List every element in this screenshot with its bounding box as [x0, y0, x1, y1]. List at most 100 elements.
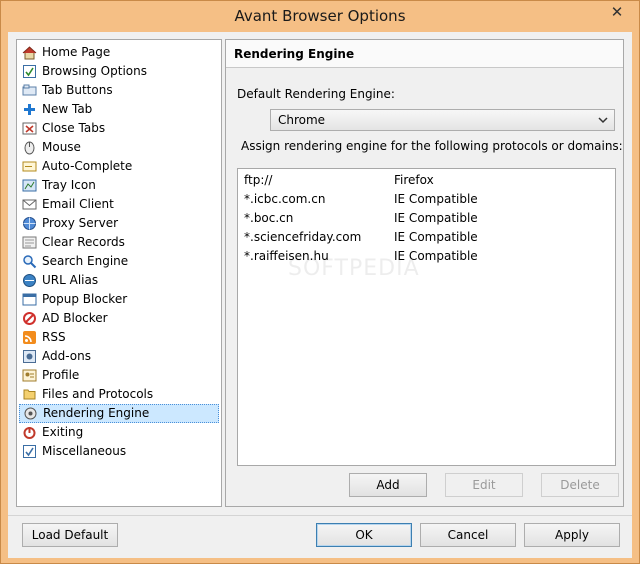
default-engine-label: Default Rendering Engine: — [237, 87, 395, 101]
tree-item-label: RSS — [42, 330, 66, 344]
tree-item-label: Browsing Options — [42, 64, 147, 78]
mouse-icon — [24, 141, 35, 155]
tree-item-label: Rendering Engine — [43, 406, 150, 420]
assign-label: Assign rendering engine for the followin… — [241, 139, 623, 153]
list-item[interactable]: *.sciencefriday.com IE Compatible — [238, 228, 615, 247]
tree-item-label: AD Blocker — [42, 311, 108, 325]
settings-panel: Rendering Engine Default Rendering Engin… — [225, 39, 624, 507]
tree-item-exiting[interactable]: Exiting — [19, 423, 219, 442]
tree-item-auto-complete[interactable]: Auto-Complete — [19, 157, 219, 176]
ok-button[interactable]: OK — [316, 523, 412, 547]
tree-item-miscellaneous[interactable]: Miscellaneous — [19, 442, 219, 461]
dialog-client: Home Page Browsing Options Tab Buttons New … — [8, 32, 632, 558]
tree-item-label: Files and Protocols — [42, 387, 154, 401]
domain-engine-list[interactable]: ftp://Firefox *.icbc.com.cn IE Compatible *… — [237, 168, 616, 466]
tree-item-browsing-options[interactable]: Browsing Options — [19, 62, 219, 81]
list-item[interactable]: ftp:// Firefox — [238, 171, 615, 190]
tree-item-search-engine[interactable]: Search Engine — [19, 252, 219, 271]
url-alias-icon — [23, 274, 36, 287]
tree-item-rss[interactable]: RSS — [19, 328, 219, 347]
tab-buttons-icon — [22, 84, 37, 96]
files-icon — [23, 389, 36, 400]
tree-item-ad-blocker[interactable]: AD Blocker — [19, 309, 219, 328]
email-icon — [22, 199, 37, 210]
domain-cell: *.icbc.com.cn — [244, 192, 326, 206]
list-item[interactable]: *.boc.cn IE Compatible — [238, 209, 615, 228]
tree-item-label: Miscellaneous — [42, 444, 127, 458]
tree-item-label: Mouse — [42, 140, 81, 154]
tree-item-label: Proxy Server — [42, 216, 119, 230]
domain-cell: ftp:// — [244, 173, 273, 187]
tree-item-label: Popup Blocker — [42, 292, 128, 306]
tree-item-new-tab[interactable]: New Tab — [19, 100, 219, 119]
tray-icon — [22, 179, 37, 192]
tree-item-label: Email Client — [42, 197, 114, 211]
tree-item-files-and-protocols[interactable]: Files and Protocols — [19, 385, 219, 404]
tree-item-label: Home Page — [42, 45, 111, 59]
window-title: Avant Browser Options — [234, 7, 406, 25]
home-icon — [22, 46, 37, 60]
rendering-icon — [24, 407, 37, 420]
tree-item-clear-records[interactable]: Clear Records — [19, 233, 219, 252]
edit-button[interactable]: Edit — [445, 473, 523, 497]
close-tabs-icon — [22, 122, 37, 135]
tree-item-label: Tab Buttons — [42, 83, 113, 97]
clear-records-icon — [22, 236, 37, 249]
list-item[interactable]: *.icbc.com.cn IE Compatible — [238, 190, 615, 209]
addons-icon — [23, 350, 36, 363]
engine-cell: Firefox — [394, 173, 434, 187]
browsing-icon — [23, 65, 36, 78]
close-button[interactable]: ✕ — [601, 2, 633, 22]
tree-item-url-alias[interactable]: URL Alias — [19, 271, 219, 290]
engine-cell: IE Compatible — [394, 192, 478, 206]
tree-item-profile[interactable]: Profile — [19, 366, 219, 385]
engine-cell: IE Compatible — [394, 211, 478, 225]
tree-item-email-client[interactable]: Email Client — [19, 195, 219, 214]
proxy-icon — [23, 217, 36, 230]
tree-item-label: New Tab — [42, 102, 93, 116]
power-icon — [23, 427, 36, 439]
plus-icon — [24, 104, 35, 115]
rss-icon — [23, 331, 36, 344]
tree-item-rendering-engine[interactable]: Rendering Engine — [19, 404, 219, 423]
autocomplete-icon — [22, 161, 37, 172]
domain-cell: *.sciencefriday.com — [244, 230, 362, 244]
tree-item-mouse[interactable]: Mouse — [19, 138, 219, 157]
domain-cell: *.raiffeisen.hu — [244, 249, 329, 263]
tree-item-label: URL Alias — [42, 273, 99, 287]
tree-item-label: Auto-Complete — [42, 159, 133, 173]
tree-item-label: Profile — [42, 368, 80, 382]
domain-cell: *.boc.cn — [244, 211, 294, 225]
delete-button[interactable]: Delete — [541, 473, 619, 497]
ad-blocker-icon — [23, 312, 36, 325]
tree-item-add-ons[interactable]: Add-ons — [19, 347, 219, 366]
tree-item-label: Clear Records — [42, 235, 125, 249]
apply-button[interactable]: Apply — [524, 523, 620, 547]
default-engine-value: Chrome — [278, 113, 326, 127]
add-button[interactable]: Add — [349, 473, 427, 497]
tree-item-close-tabs[interactable]: Close Tabs — [19, 119, 219, 138]
panel-title: Rendering Engine — [226, 40, 623, 68]
cancel-button[interactable]: Cancel — [420, 523, 516, 547]
tree-item-label: Add-ons — [42, 349, 91, 363]
tree-item-proxy-server[interactable]: Proxy Server — [19, 214, 219, 233]
tree-item-label: Close Tabs — [42, 121, 106, 135]
list-item[interactable]: *.raiffeisen.hu IE Compatible — [238, 247, 615, 266]
popup-blocker-icon — [22, 293, 37, 306]
footer-divider — [8, 515, 632, 516]
tree-item-label: Search Engine — [42, 254, 129, 268]
tree-item-home-page[interactable]: Home Page — [19, 43, 219, 62]
default-engine-select[interactable]: Chrome — [270, 109, 615, 131]
tree-item-label: Exiting — [42, 425, 84, 439]
options-window: Avant Browser Options ✕ Home Page Browsin… — [0, 0, 640, 564]
load-default-button[interactable]: Load Default — [22, 523, 118, 547]
chevron-down-icon — [598, 117, 608, 124]
tree-item-tab-buttons[interactable]: Tab Buttons — [19, 81, 219, 100]
profile-icon — [22, 369, 37, 382]
tree-item-popup-blocker[interactable]: Popup Blocker — [19, 290, 219, 309]
misc-icon — [23, 445, 36, 458]
options-tree[interactable]: Home Page Browsing Options Tab Buttons New … — [16, 39, 222, 507]
engine-cell: IE Compatible — [394, 230, 478, 244]
search-icon — [23, 255, 37, 269]
tree-item-tray-icon[interactable]: Tray Icon — [19, 176, 219, 195]
